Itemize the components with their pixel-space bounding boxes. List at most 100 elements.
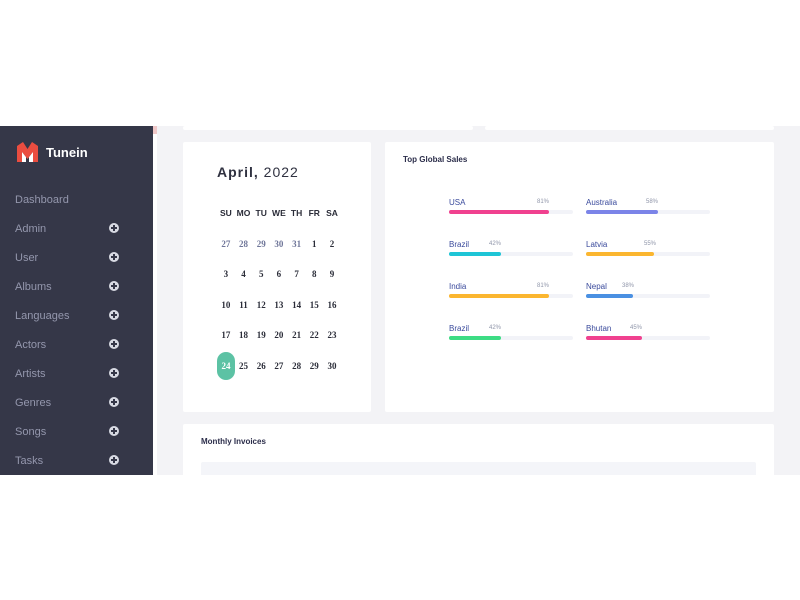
sidebar-item-admin[interactable]: Admin [0,219,153,248]
calendar-day[interactable]: 27 [270,361,288,392]
sidebar-item-label: Tasks [15,455,44,467]
progress-track [449,252,573,256]
calendar-weekday: FR [308,208,320,218]
sales-percent-label: 81% [537,283,550,289]
calendar-day[interactable]: 1 [305,239,323,270]
plus-circle-icon[interactable] [109,455,119,465]
sidebar-item-label: Albums [15,281,52,293]
dashboard-viewport: Tunein Dashboard Admin User Albums Languages… [0,126,800,475]
calendar-day-label: 12 [256,299,266,310]
calendar-weekday: TU [255,208,267,218]
calendar-title: April, 2022 [217,164,299,180]
sidebar-item-user[interactable]: User [0,248,153,277]
calendar-day[interactable]: 6 [270,269,288,300]
progress-fill [586,210,658,214]
calendar-day[interactable]: 2 [323,239,341,270]
sidebar-nav: Dashboard Admin User Albums Languages Actors A… [0,190,153,475]
calendar-week-row: 10 11 12 13 14 15 16 [217,300,341,331]
calendar-day[interactable]: 13 [270,300,288,331]
calendar-day[interactable]: 29 [252,239,270,270]
calendar-week-row: 3 4 5 6 7 8 9 [217,269,341,300]
calendar-day[interactable]: 7 [288,269,306,300]
plus-circle-icon[interactable] [109,368,119,378]
sales-country-label: USA [449,198,466,207]
calendar-day[interactable]: 9 [323,269,341,300]
calendar-day[interactable]: 21 [288,330,306,361]
calendar-day[interactable]: 10 [217,300,235,331]
monthly-invoices-card: Monthly Invoices [183,424,774,475]
sidebar-item-tasks[interactable]: Tasks [0,451,153,475]
plus-circle-icon[interactable] [109,339,119,349]
calendar-day[interactable]: 11 [235,300,253,331]
calendar-day-label: 28 [239,238,249,249]
calendar-day[interactable]: 26 [252,361,270,392]
calendar-weekday: MO [236,208,251,218]
summary-card-left [183,126,473,130]
sidebar-item-albums[interactable]: Albums [0,277,153,306]
calendar-day[interactable]: 30 [323,361,341,392]
sidebar-item-genres[interactable]: Genres [0,393,153,422]
calendar-day-label: 13 [274,299,284,310]
calendar-day-label: 14 [292,299,302,310]
sales-country-label: India [449,282,467,291]
sidebar-item-label: Languages [15,310,70,322]
calendar-day[interactable]: 14 [288,300,306,331]
plus-circle-icon[interactable] [109,426,119,436]
calendar-day-label: 22 [309,330,319,340]
plus-circle-icon[interactable] [109,223,119,233]
tunein-logo-icon [17,142,38,162]
calendar-day[interactable]: 20 [270,330,288,361]
calendar-day[interactable]: 15 [305,300,323,331]
sales-percent-label: 58% [646,199,659,205]
invoices-table-header [201,462,756,475]
calendar-day[interactable]: 23 [323,330,341,361]
progress-track [586,210,710,214]
calendar-day[interactable]: 28 [235,239,253,270]
plus-circle-icon[interactable] [109,252,119,262]
calendar-day[interactable]: 19 [252,330,270,361]
calendar-weekday: TH [290,208,303,218]
calendar-day[interactable]: 29 [305,361,323,392]
calendar-day[interactable]: 3 [217,269,235,300]
calendar-week-row: 27 28 29 30 31 1 2 [217,239,341,270]
calendar-day[interactable]: 30 [270,239,288,270]
brand[interactable]: Tunein [15,140,88,164]
calendar-day-label: 16 [327,299,337,310]
calendar-day[interactable]: 28 [288,361,306,392]
sales-bar-item: Latvia 55% [586,240,710,256]
sales-percent-label: 55% [644,241,657,247]
calendar-day-today[interactable]: 24 [217,351,235,392]
calendar-day[interactable]: 8 [305,269,323,300]
calendar-day-label: 10 [221,299,231,310]
sales-percent-label: 38% [622,283,635,289]
sidebar-item-songs[interactable]: Songs [0,422,153,451]
calendar-day[interactable]: 16 [323,300,341,331]
sidebar-item-languages[interactable]: Languages [0,306,153,335]
summary-card-right [485,126,774,130]
calendar-day[interactable]: 4 [235,269,253,300]
calendar-day-label: 17 [221,330,231,340]
calendar-day-label: 15 [309,299,319,310]
plus-circle-icon[interactable] [109,310,119,320]
calendar-day[interactable]: 5 [252,269,270,300]
sales-country-label: Brazil [449,240,470,249]
sales-bar-item: Australia 58% [586,198,710,214]
plus-circle-icon[interactable] [109,397,119,407]
calendar-day[interactable]: 25 [235,361,253,392]
sidebar-item-dashboard[interactable]: Dashboard [0,190,153,219]
calendar-weekday: WE [272,208,286,218]
sidebar-divider-accent [153,126,157,134]
calendar-day[interactable]: 18 [235,330,253,361]
calendar-day[interactable]: 27 [217,239,235,270]
sidebar-item-artists[interactable]: Artists [0,364,153,393]
sales-bar-item: Bhutan 45% [586,324,710,340]
calendar-day[interactable]: 22 [305,330,323,361]
sidebar-item-actors[interactable]: Actors [0,335,153,364]
calendar-day[interactable]: 31 [288,239,306,270]
calendar-day-label: 1 [312,238,317,249]
calendar-weekday: SU [219,208,232,218]
calendar-day-label: 2 [329,238,335,249]
calendar-day-label: 7 [294,269,299,279]
plus-circle-icon[interactable] [109,281,119,291]
calendar-day[interactable]: 12 [252,300,270,331]
